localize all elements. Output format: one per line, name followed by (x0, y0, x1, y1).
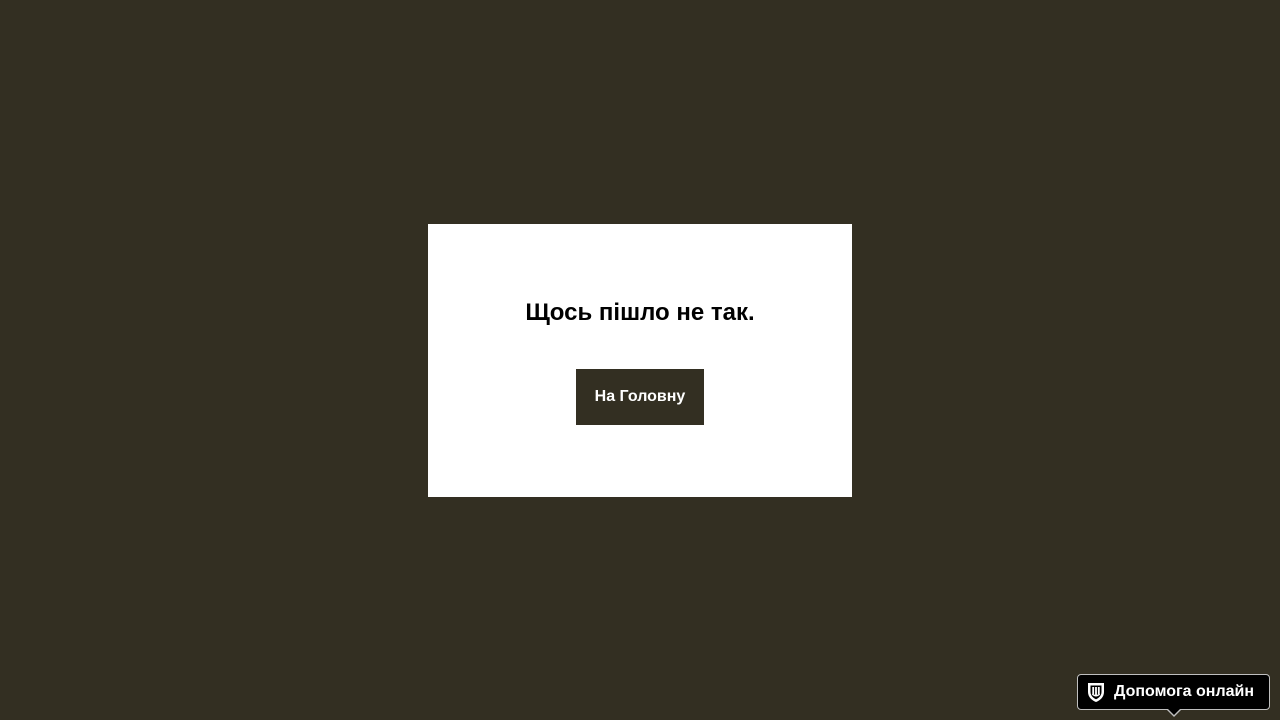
help-online-widget[interactable]: Допомога онлайн (1077, 674, 1270, 717)
help-widget-label: Допомога онлайн (1114, 683, 1254, 700)
home-button[interactable]: На Головну (576, 369, 704, 425)
error-page: Щось пішло не так. На Головну Допомога о… (0, 0, 1280, 720)
error-title: Щось пішло не так. (525, 299, 755, 326)
shield-emblem-icon (1086, 681, 1106, 703)
error-card: Щось пішло не так. На Головну (428, 224, 852, 497)
